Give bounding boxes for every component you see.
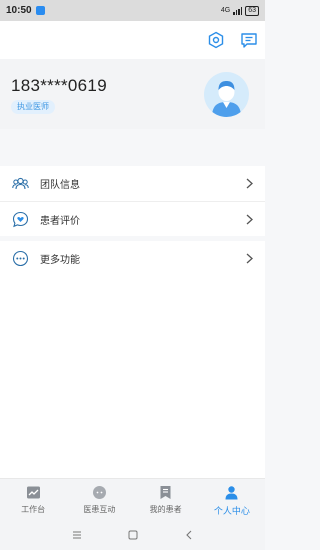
page-header [0, 21, 265, 59]
chevron-right-icon [246, 178, 253, 189]
more-dots-icon [12, 250, 29, 267]
content-blank-area [0, 277, 265, 478]
menu-lines-icon[interactable] [71, 529, 83, 541]
team-icon [12, 175, 29, 192]
avatar[interactable] [204, 72, 249, 117]
tab-label: 工作台 [21, 505, 46, 514]
signal-icon [233, 6, 243, 15]
menu-item-patient-reviews[interactable]: 患者评价 [0, 201, 265, 236]
status-bar: 10:50 4G 63 [0, 0, 265, 21]
tab-workbench[interactable]: 工作台 [0, 479, 66, 520]
menu-card-secondary: 更多功能 [0, 241, 265, 277]
heart-chat-icon [12, 211, 29, 228]
tab-label: 医患互动 [83, 505, 116, 514]
menu-item-label: 患者评价 [40, 215, 80, 227]
system-navigation-bar [0, 520, 265, 550]
chat-bubble-icon [92, 486, 106, 499]
menu-item-label: 更多功能 [40, 255, 80, 266]
tab-personal-center[interactable]: 个人中心 [199, 479, 265, 520]
user-phone: 183****0619 [11, 76, 107, 95]
network-label: 4G [220, 7, 231, 14]
status-time: 10:50 [6, 5, 32, 16]
role-badge: 执业医师 [11, 100, 55, 114]
menu-item-label: 团队信息 [40, 180, 80, 191]
chart-icon [26, 486, 40, 499]
chevron-right-icon [246, 253, 253, 264]
tab-label: 个人中心 [213, 506, 250, 516]
back-arrow-icon[interactable] [183, 529, 195, 541]
tab-doctor-patient-chat[interactable]: 医患互动 [66, 479, 132, 520]
app-notification-icon [35, 6, 45, 15]
tab-label: 我的患者 [149, 505, 182, 514]
chevron-right-icon [246, 214, 253, 225]
menu-item-team-info[interactable]: 团队信息 [0, 166, 265, 201]
doctor-avatar-icon [212, 81, 241, 117]
menu-item-more-functions[interactable]: 更多功能 [0, 241, 265, 276]
battery-icon: 63 [245, 5, 259, 16]
status-indicators: 4G 63 [220, 5, 259, 16]
bookmark-list-icon [160, 486, 171, 499]
hexagon-gear-icon[interactable] [207, 31, 225, 49]
menu-card-primary: 团队信息 患者评价 [0, 166, 265, 236]
home-square-icon[interactable] [127, 529, 139, 541]
profile-section: 183****0619 执业医师 [0, 59, 265, 129]
bottom-tab-bar: 工作台 医患互动 我的患者 个人中心 [0, 478, 265, 520]
person-icon [225, 486, 238, 500]
chat-message-icon[interactable] [240, 31, 258, 49]
tab-my-patients[interactable]: 我的患者 [133, 479, 199, 520]
